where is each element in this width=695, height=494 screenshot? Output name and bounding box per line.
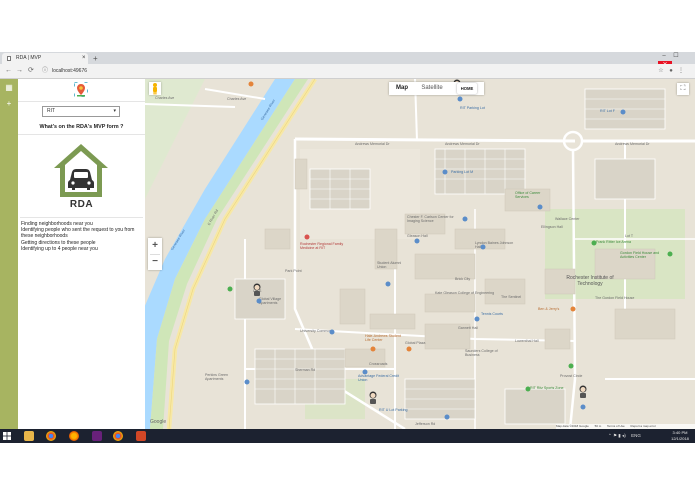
maximize-icon[interactable]: ☐ <box>670 52 682 61</box>
chrome-icon[interactable] <box>46 431 56 441</box>
house-car-icon <box>54 144 108 197</box>
location-select[interactable]: RIT ▾ <box>42 106 120 117</box>
poi-marker[interactable] <box>667 251 673 257</box>
firefox-icon[interactable] <box>69 431 79 441</box>
home-button[interactable]: HOME <box>457 83 477 94</box>
street-view-pegman[interactable] <box>149 82 161 95</box>
new-tab-button[interactable]: + <box>93 53 98 64</box>
divider <box>18 101 145 102</box>
powerpoint-icon[interactable] <box>136 431 146 441</box>
zoom-out-button[interactable]: − <box>148 254 162 269</box>
poi-marker[interactable] <box>591 240 597 246</box>
windows-start-icon[interactable] <box>3 432 11 440</box>
bookmark-star-icon[interactable]: ☆ <box>656 64 666 78</box>
account-icon[interactable]: ● <box>666 64 676 78</box>
feature-list: Finding neighborhoods near you Identifyi… <box>21 221 143 252</box>
notification-icons[interactable]: ⌃ ⚑ ▮ ◂) <box>608 433 626 438</box>
google-watermark: Google <box>150 419 167 425</box>
address-bar[interactable]: ⓘ localhost:49676 <box>40 66 660 76</box>
grid-icon[interactable]: ▦ <box>4 83 14 93</box>
url-text: localhost:49676 <box>52 68 88 74</box>
poi-marker[interactable] <box>244 379 250 385</box>
poi-marker[interactable] <box>474 316 480 322</box>
scale-text[interactable]: 50 m <box>595 424 602 428</box>
person-marker-icon[interactable] <box>577 385 589 399</box>
poi-marker[interactable] <box>227 286 233 292</box>
poi-marker[interactable] <box>568 363 574 369</box>
map-type-satellite-button[interactable]: Satellite <box>417 82 447 95</box>
language-indicator[interactable]: ENG <box>631 433 641 438</box>
rda-pin-logo <box>74 82 88 97</box>
poi-marker[interactable] <box>462 216 468 222</box>
poi-marker[interactable] <box>537 204 543 210</box>
back-icon[interactable]: ← <box>5 65 12 77</box>
tab-close-icon[interactable]: × <box>82 53 86 64</box>
poi-marker[interactable] <box>457 96 463 102</box>
poi-marker[interactable] <box>406 346 412 352</box>
poi-marker[interactable] <box>256 298 262 304</box>
plus-icon[interactable]: + <box>4 99 14 109</box>
divider <box>20 217 143 218</box>
page-icon <box>7 56 11 61</box>
poi-marker[interactable] <box>370 346 376 352</box>
menu-icon[interactable]: ⋮ <box>676 64 686 78</box>
system-tray: ⌃ ⚑ ▮ ◂) ENG <box>608 429 641 443</box>
poi-marker[interactable] <box>525 386 531 392</box>
poi-marker[interactable] <box>480 244 486 250</box>
poi-marker[interactable] <box>444 414 450 420</box>
chevron-down-icon: ▾ <box>113 108 116 114</box>
list-item: Identifying up to 4 people near you <box>21 245 98 252</box>
poi-marker[interactable] <box>620 109 626 115</box>
fullscreen-icon[interactable]: ⛶ <box>677 83 689 95</box>
os-taskbar <box>0 429 695 443</box>
app-rail: ▦ + <box>0 79 18 429</box>
tab-title: RDA | MVP <box>16 55 42 61</box>
location-select-value: RIT <box>47 108 56 114</box>
poi-marker[interactable] <box>414 238 420 244</box>
form-title: What's on the RDA's MVP form ? <box>39 124 124 130</box>
poi-marker[interactable] <box>362 369 368 375</box>
poi-markers <box>227 81 673 420</box>
reload-icon[interactable]: ⟳ <box>28 65 34 77</box>
side-panel <box>18 79 146 429</box>
forward-icon[interactable]: → <box>16 65 23 77</box>
info-icon[interactable]: ⓘ <box>42 66 48 76</box>
visual-studio-icon[interactable] <box>92 431 102 441</box>
list-item: Identifying people who sent the request … <box>21 227 135 240</box>
system-clock[interactable]: 3:40 PM 12/1/2018 <box>668 430 692 442</box>
poi-marker[interactable] <box>385 281 391 287</box>
poi-marker[interactable] <box>570 306 576 312</box>
divider <box>18 134 145 135</box>
minimize-icon[interactable]: – <box>658 52 670 61</box>
chrome-icon[interactable] <box>113 431 123 441</box>
window-controls: –☐✕ <box>658 52 695 70</box>
file-explorer-icon[interactable] <box>24 431 34 441</box>
attribution-text: Map data ©2018 Google <box>556 424 589 428</box>
terms-link[interactable]: Terms of Use <box>607 424 625 428</box>
pegman-icon <box>153 83 157 95</box>
browser-tab[interactable]: RDA | MVP × <box>2 53 88 64</box>
map-canvas[interactable]: Charles Ave Charles Ave Andrews Memorial… <box>145 79 695 429</box>
clock-date: 12/1/2018 <box>671 436 689 441</box>
brand-name: RDA <box>69 199 94 210</box>
tab-strip <box>0 52 695 64</box>
person-marker-icon[interactable] <box>367 391 379 405</box>
poi-marker[interactable] <box>248 81 254 87</box>
toolbar-actions: ☆ ● ⋮ <box>656 64 686 78</box>
person-marker-icon[interactable] <box>251 283 263 297</box>
zoom-in-button[interactable]: + <box>148 238 162 253</box>
poi-marker[interactable] <box>442 169 448 175</box>
poi-marker[interactable] <box>329 329 335 335</box>
poi-marker[interactable] <box>580 404 586 410</box>
report-error-link[interactable]: Report a map error <box>631 424 656 428</box>
poi-marker[interactable] <box>304 234 310 240</box>
zoom-control: + − <box>148 238 162 270</box>
map-type-map-button[interactable]: Map <box>389 82 415 95</box>
